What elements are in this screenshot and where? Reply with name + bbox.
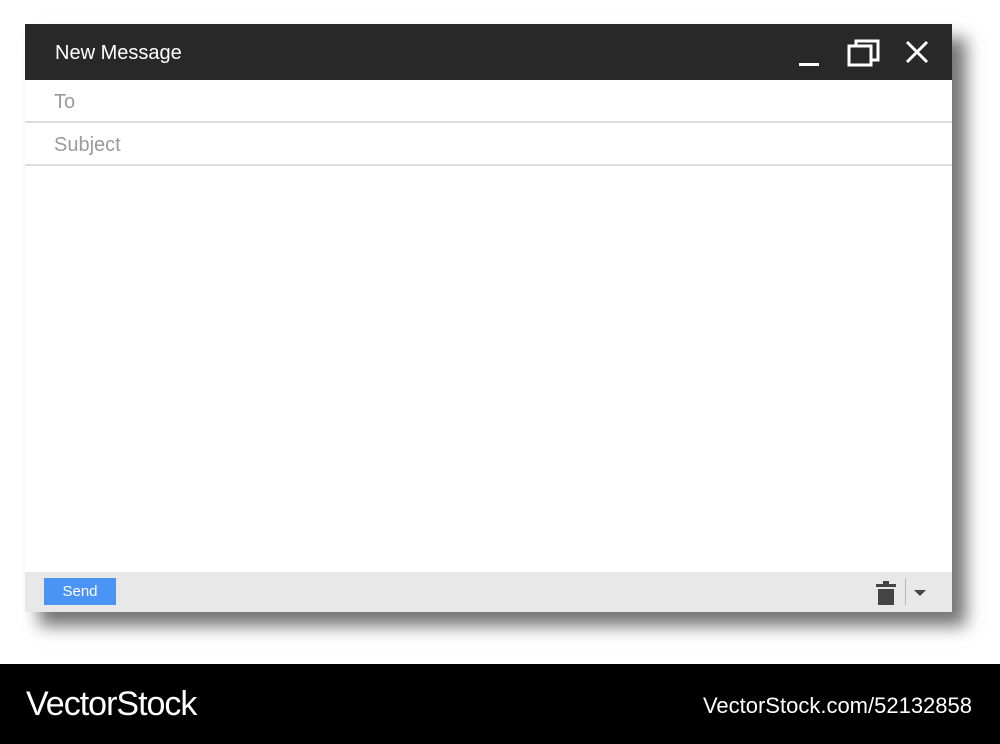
- footer-divider: [905, 578, 906, 605]
- to-row: [25, 80, 952, 123]
- compose-window: New Message Send: [25, 24, 952, 612]
- close-icon: [905, 40, 929, 64]
- subject-input[interactable]: [54, 133, 924, 157]
- send-button[interactable]: Send: [44, 578, 116, 605]
- window-title: New Message: [55, 42, 182, 64]
- discard-button[interactable]: [873, 580, 899, 606]
- title-bar: New Message: [25, 24, 952, 80]
- to-input[interactable]: [54, 90, 924, 114]
- trash-icon: [876, 581, 896, 605]
- maximize-icon: [847, 39, 880, 67]
- more-options-button[interactable]: [909, 580, 931, 604]
- watermark-bar: VectorStock VectorStock.com/52132858: [0, 664, 1000, 744]
- close-button[interactable]: [899, 38, 935, 68]
- caret-down-icon: [914, 590, 926, 596]
- message-body[interactable]: [25, 166, 952, 572]
- subject-row: [25, 123, 952, 166]
- minimize-icon: [799, 63, 819, 66]
- maximize-button[interactable]: [845, 38, 881, 68]
- minimize-button[interactable]: [791, 38, 827, 68]
- watermark-url: VectorStock.com/52132858: [702, 693, 972, 718]
- compose-footer: Send: [25, 572, 952, 612]
- watermark-brand: VectorStock: [26, 685, 197, 723]
